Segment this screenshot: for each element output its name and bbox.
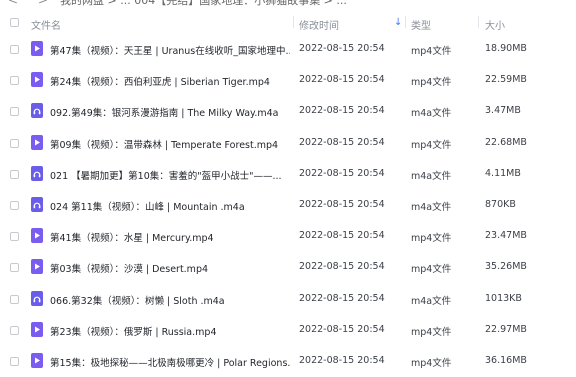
file-name[interactable]: 第15集：极地探秘——北极南极哪更冷 | Polar Regions... — [50, 355, 290, 369]
column-header-type[interactable]: 类型 — [411, 17, 431, 32]
modified-time: 2022-08-15 20:54 — [299, 230, 385, 242]
file-row[interactable]: 第09集（视频）：温带森林 | Temperate Forest.mp4 2022… — [0, 128, 576, 159]
column-divider[interactable] — [405, 16, 406, 28]
video-icon — [31, 41, 43, 56]
file-name[interactable]: 第09集（视频）：温带森林 | Temperate Forest.mp4 — [50, 137, 290, 151]
file-type: mp4文件 — [411, 77, 452, 89]
file-row[interactable]: 024 第11集（视频）：山峰 | Mountain .m4a 2022-08-1… — [0, 190, 576, 221]
audio-icon — [31, 165, 43, 181]
file-name[interactable]: 第03集（视频）：沙漠 | Desert.mp4 — [50, 261, 290, 275]
column-header-name[interactable]: 文件名 — [31, 17, 61, 32]
modified-time: 2022-08-15 20:54 — [299, 136, 385, 148]
file-type: m4a文件 — [411, 295, 452, 307]
modified-time: 2022-08-15 20:54 — [299, 323, 385, 335]
file-row[interactable]: 021 【暑期加更】第10集：害羞的"盔甲小战士"——... 2022-08-15… — [0, 159, 576, 190]
video-icon — [31, 321, 43, 337]
sort-arrow-icon[interactable]: ↓ — [394, 17, 402, 28]
file-type: mp4文件 — [411, 139, 452, 151]
file-row[interactable]: 第03集（视频）：沙漠 | Desert.mp4 2022-08-15 20:54… — [0, 252, 576, 283]
row-checkbox[interactable] — [10, 232, 19, 242]
row-checkbox[interactable] — [10, 201, 19, 210]
select-all-checkbox[interactable] — [10, 18, 19, 27]
modified-time: 2022-08-15 20:54 — [299, 167, 385, 179]
modified-time: 2022-08-15 20:54 — [299, 43, 385, 54]
file-row[interactable]: 第41集（视频）：水星 | Mercury.mp4 2022-08-15 20:5… — [0, 221, 576, 252]
file-size: 18.90MB — [485, 43, 527, 54]
file-name[interactable]: 021 【暑期加更】第10集：害羞的"盔甲小战士"——... — [50, 168, 290, 182]
file-name[interactable]: 第47集（视频）：天王星 | Uranus在线收听_国家地理中... — [50, 43, 290, 57]
modified-time: 2022-08-15 20:54 — [299, 74, 385, 86]
row-checkbox[interactable] — [10, 107, 19, 117]
file-size: 23.47MB — [485, 230, 527, 242]
file-size: 35.26MB — [485, 261, 527, 273]
file-row[interactable]: 第15集：极地探秘——北极南极哪更冷 | Polar Regions... 202… — [0, 346, 576, 377]
file-type: mp4文件 — [411, 358, 452, 369]
video-icon — [31, 228, 43, 244]
row-checkbox[interactable] — [10, 294, 19, 304]
modified-time: 2022-08-15 20:54 — [299, 355, 385, 366]
file-row[interactable]: 092.第49集：银河系漫游指南 | The Milky Way.m4a 2022… — [0, 96, 576, 127]
row-checkbox[interactable] — [10, 325, 19, 335]
row-checkbox[interactable] — [10, 357, 19, 366]
file-type: mp4文件 — [411, 326, 452, 338]
file-type: m4a文件 — [411, 108, 452, 120]
audio-icon — [31, 197, 43, 212]
row-checkbox[interactable] — [10, 45, 19, 54]
row-checkbox[interactable] — [10, 169, 19, 179]
file-type: mp4文件 — [411, 264, 452, 276]
row-checkbox[interactable] — [10, 138, 19, 148]
file-name[interactable]: 第24集（视频）：西伯利亚虎 | Siberian Tiger.mp4 — [50, 74, 290, 88]
file-name[interactable]: 066.第32集（视频）：树懒 | Sloth .m4a — [50, 293, 290, 307]
file-size: 22.68MB — [485, 136, 527, 148]
file-row[interactable]: 第24集（视频）：西伯利亚虎 | Siberian Tiger.mp4 2022-… — [0, 65, 576, 96]
file-list-header: 文件名 修改时间 ↓ 类型 大小 — [0, 10, 576, 34]
column-divider[interactable] — [478, 16, 479, 28]
file-name[interactable]: 第23集（视频）：俄罗斯 | Russia.mp4 — [50, 324, 290, 338]
column-header-time[interactable]: 修改时间 — [299, 17, 339, 32]
modified-time: 2022-08-15 20:54 — [299, 292, 385, 304]
file-name[interactable]: 024 第11集（视频）：山峰 | Mountain .m4a — [50, 199, 290, 213]
back-button[interactable]: < — [8, 0, 18, 7]
file-row[interactable]: 第47集（视频）：天王星 | Uranus在线收听_国家地理中... 2022-0… — [0, 34, 576, 65]
modified-time: 2022-08-15 20:54 — [299, 261, 385, 273]
file-size: 4.11MB — [485, 167, 521, 179]
video-icon — [31, 134, 43, 150]
file-size: 3.47MB — [485, 105, 521, 117]
file-size: 22.59MB — [485, 74, 527, 86]
video-icon — [31, 353, 43, 368]
column-divider[interactable] — [293, 16, 294, 28]
breadcrumb[interactable]: 我的网盘 > ... 004【完结】国家地理：小狮猫故事集 > ... — [60, 0, 347, 8]
audio-icon — [31, 103, 43, 119]
file-size: 36.16MB — [485, 355, 527, 366]
modified-time: 2022-08-15 20:54 — [299, 199, 385, 210]
audio-icon — [31, 290, 43, 306]
modified-time: 2022-08-15 20:54 — [299, 105, 385, 117]
file-size: 22.97MB — [485, 323, 527, 335]
file-size: 1013KB — [485, 292, 522, 304]
row-checkbox[interactable] — [10, 76, 19, 86]
video-icon — [31, 259, 43, 275]
video-icon — [31, 72, 43, 88]
nav-arrows: < > — [8, 0, 64, 7]
file-row[interactable]: 第23集（视频）：俄罗斯 | Russia.mp4 2022-08-15 20:5… — [0, 315, 576, 346]
file-name[interactable]: 092.第49集：银河系漫游指南 | The Milky Way.m4a — [50, 105, 290, 119]
file-type: mp4文件 — [411, 46, 452, 57]
file-type: m4a文件 — [411, 170, 452, 182]
file-name[interactable]: 第41集（视频）：水星 | Mercury.mp4 — [50, 230, 290, 244]
file-row[interactable]: 066.第32集（视频）：树懒 | Sloth .m4a 2022-08-15 2… — [0, 284, 576, 315]
row-checkbox[interactable] — [10, 263, 19, 273]
file-type: m4a文件 — [411, 202, 452, 213]
column-header-size[interactable]: 大小 — [485, 17, 505, 32]
forward-button[interactable]: > — [38, 0, 48, 7]
file-size: 870KB — [485, 199, 516, 210]
file-type: mp4文件 — [411, 233, 452, 245]
top-navigation-bar: < > 我的网盘 > ... 004【完结】国家地理：小狮猫故事集 > ... — [0, 0, 576, 8]
